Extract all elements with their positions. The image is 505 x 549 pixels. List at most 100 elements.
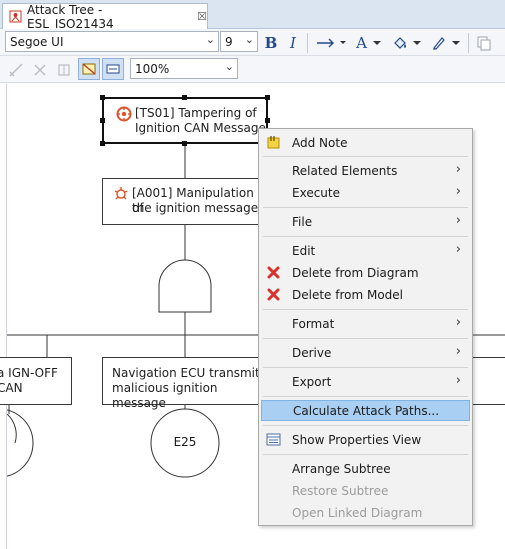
copy-format-icon [477, 36, 491, 50]
line-color-button[interactable] [428, 32, 464, 53]
ign-off-line1: a IGN-OFF [0, 366, 58, 380]
navigation-line2: malicious ignition message [112, 381, 218, 410]
menu-item-file[interactable]: File › [261, 211, 470, 232]
menu-label: Calculate Attack Paths... [293, 403, 440, 418]
selection-handle[interactable] [265, 118, 270, 123]
chevron-down-icon [413, 40, 421, 45]
menu-item-add-note[interactable]: Add Note [261, 132, 470, 153]
ign-off-line2: CAN [0, 381, 23, 395]
menu-item-export[interactable]: Export › [261, 371, 470, 392]
menu-separator [263, 425, 468, 426]
menu-label: Export [292, 374, 332, 389]
menu-separator [263, 367, 468, 368]
menu-separator [263, 236, 468, 237]
toolbar-separator [468, 33, 469, 53]
submenu-arrow-icon: › [455, 184, 461, 199]
zoom-select[interactable]: 100% ⌄ [130, 58, 238, 79]
ruler-icon [106, 64, 120, 74]
selection-handle[interactable] [100, 95, 105, 100]
fill-color-button[interactable] [390, 32, 424, 53]
menu-item-arrange-subtree[interactable]: Arrange Subtree [261, 458, 470, 479]
menu-label: Add Note [292, 135, 348, 150]
bold-button[interactable]: B [262, 32, 280, 53]
threat-icon [116, 106, 132, 122]
zoom-value: 100% [135, 61, 170, 76]
event-label[interactable]: E25 [167, 435, 203, 449]
line-style-button[interactable] [314, 32, 350, 53]
selection-handle[interactable] [100, 118, 105, 123]
menu-separator [263, 309, 468, 310]
route-straight-button[interactable] [6, 59, 26, 80]
route-rectilinear-button[interactable] [30, 59, 50, 80]
font-size-value: 9 [225, 34, 233, 49]
navigation-node[interactable]: Navigation ECU transmits malicious ignit… [102, 357, 268, 410]
chevron-down-icon: ⌄ [244, 33, 254, 46]
arrow-line-icon [317, 38, 346, 47]
chevron-down-icon: ⌄ [205, 33, 215, 46]
copy-format-button[interactable] [474, 32, 494, 53]
properties-icon [266, 432, 281, 447]
toggle-ruler-button[interactable] [102, 58, 124, 80]
menu-label: Show Properties View [292, 432, 422, 447]
menu-label: Delete from Diagram [292, 265, 419, 280]
font-family-select[interactable]: Segoe UI ⌄ [5, 31, 219, 52]
close-tab-icon[interactable]: ☒ [197, 10, 207, 23]
selection-handle[interactable] [265, 95, 270, 100]
font-size-select[interactable]: 9 ⌄ [220, 31, 258, 52]
menu-item-edit[interactable]: Edit › [261, 240, 470, 261]
menu-label: Delete from Model [292, 287, 404, 302]
chevron-down-icon: ⌄ [224, 60, 234, 73]
selection-handle[interactable] [100, 141, 105, 146]
toolbar-separator [307, 33, 308, 53]
editor-tab[interactable]: Attack Tree - ESL_ISO21434 ☒ [2, 3, 208, 31]
menu-separator [263, 454, 468, 455]
threat-node[interactable]: [TS01] Tampering of Ignition CAN Message [102, 97, 268, 144]
menu-label: Execute [292, 185, 340, 200]
menu-label: Restore Subtree [292, 483, 389, 498]
menu-label: Related Elements [292, 163, 398, 178]
selection-handle[interactable] [182, 141, 187, 146]
attack-tree-icon [9, 10, 22, 23]
submenu-arrow-icon: › [455, 344, 461, 359]
menu-item-calculate-attack-paths[interactable]: Calculate Attack Paths... [261, 400, 470, 421]
menu-item-related-elements[interactable]: Related Elements › [261, 160, 470, 181]
menu-item-execute[interactable]: Execute › [261, 182, 470, 203]
menu-label: Arrange Subtree [292, 461, 391, 476]
menu-item-delete-from-model[interactable]: Delete from Model [261, 284, 470, 305]
submenu-arrow-icon: › [455, 315, 461, 330]
ign-off-node[interactable]: a IGN-OFF CAN [0, 357, 72, 405]
menu-item-derive[interactable]: Derive › [261, 342, 470, 363]
attack-node[interactable]: [A001] Manipulation of the ignition mess… [102, 178, 268, 225]
submenu-arrow-icon: › [455, 373, 461, 388]
menu-label: Derive [292, 345, 332, 360]
menu-item-restore-subtree[interactable]: Restore Subtree [261, 480, 470, 501]
menu-separator [263, 207, 468, 208]
chevron-down-icon [452, 40, 460, 45]
attack-icon [114, 187, 128, 200]
route-tree-button[interactable] [54, 59, 74, 80]
toggle-grid-button[interactable] [78, 58, 100, 80]
menu-item-delete-from-diagram[interactable]: Delete from Diagram [261, 262, 470, 283]
pen-icon [433, 36, 445, 50]
menu-item-show-properties-view[interactable]: Show Properties View [261, 429, 470, 450]
font-color-button[interactable]: A [352, 32, 386, 53]
submenu-arrow-icon: › [455, 242, 461, 257]
route-cross-icon [34, 64, 46, 75]
menu-item-open-linked-diagram[interactable]: Open Linked Diagram [261, 502, 470, 523]
delete-icon [266, 265, 281, 280]
chevron-down-icon [372, 40, 381, 45]
and-gate-icon [158, 259, 212, 313]
menu-label: Edit [292, 243, 316, 258]
menu-label: Open Linked Diagram [292, 505, 423, 520]
selection-handle[interactable] [182, 95, 187, 100]
editor-tab-bar: Attack Tree - ESL_ISO21434 ☒ [0, 0, 505, 31]
menu-label: File [292, 214, 313, 229]
submenu-arrow-icon: › [455, 213, 461, 228]
route-icon [9, 63, 23, 76]
delete-icon [266, 287, 281, 302]
menu-item-format[interactable]: Format › [261, 313, 470, 334]
menu-separator [263, 156, 468, 157]
font-color-icon: A [356, 33, 367, 52]
italic-button[interactable]: I [284, 32, 302, 53]
menu-label: Format [292, 316, 335, 331]
